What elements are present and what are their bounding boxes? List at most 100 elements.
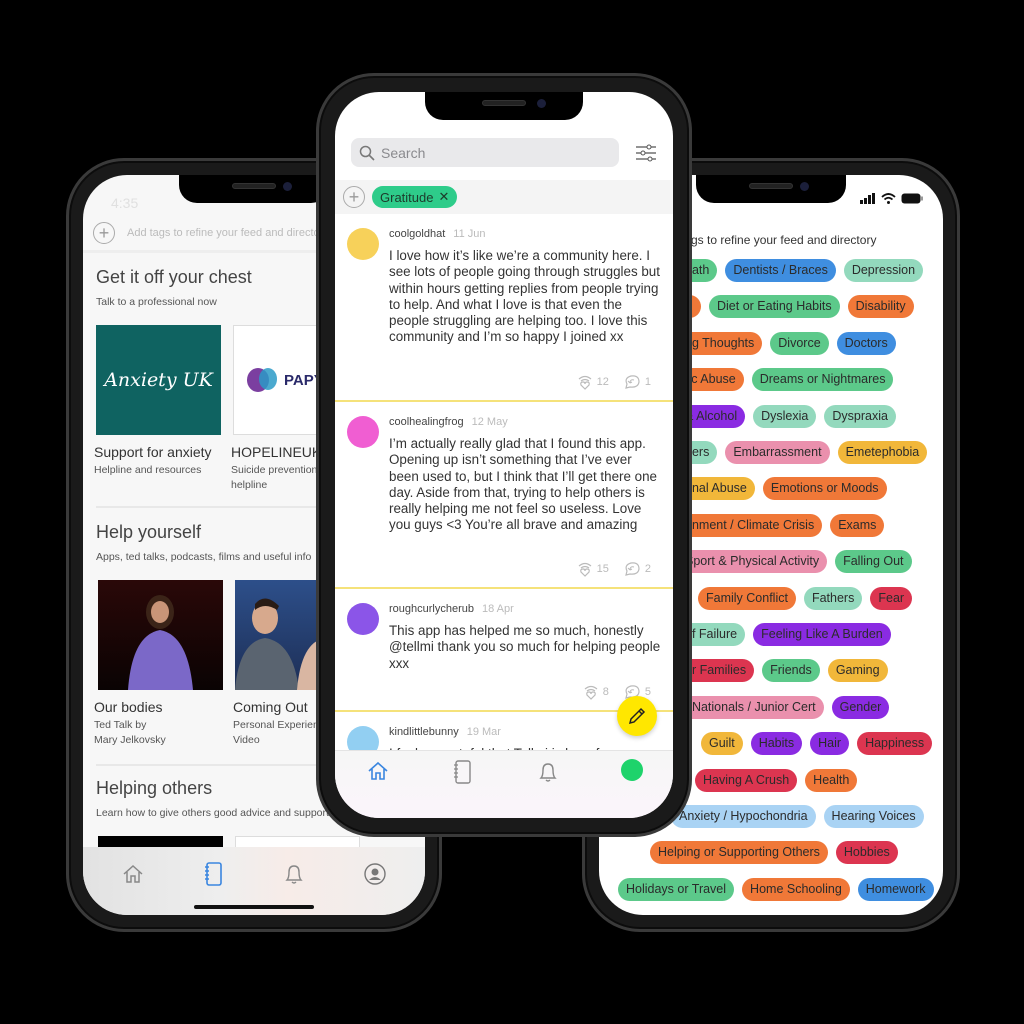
tag-chip[interactable]: Fathers (803, 586, 863, 610)
search-icon (359, 145, 375, 161)
avatar[interactable] (347, 228, 379, 260)
battery-icon (901, 193, 923, 204)
tag-chip[interactable]: Doctors (836, 331, 896, 355)
tag-chip[interactable]: Depression (843, 259, 924, 282)
compose-button[interactable] (617, 696, 657, 736)
speaker-photo (128, 595, 193, 690)
tag-row: & Alcohol Dyslexia Dyspraxia (677, 404, 896, 428)
hug-icon (578, 375, 592, 390)
bottom-nav (335, 750, 673, 818)
hug-count: 12 (596, 376, 609, 388)
tag-chip[interactable]: Hearing Voices (823, 805, 924, 828)
active-tag-chip[interactable]: Gratitude ✕ (372, 186, 458, 208)
tag-chip[interactable]: Feeling Like A Burden (753, 623, 891, 646)
tag-chip[interactable]: Disability (847, 295, 914, 319)
our-bodies-card[interactable] (98, 580, 223, 690)
card-subtitle: Mary Jelkovsky (94, 734, 166, 746)
bell-icon[interactable] (282, 861, 306, 887)
tag-chip[interactable]: onment / Climate Crisis (677, 513, 823, 537)
tag-chip[interactable]: Sport & Physical Activity (677, 550, 828, 574)
tag-chip[interactable]: Hair (810, 732, 850, 756)
add-tag-icon[interactable]: + (343, 186, 365, 208)
tag-chip[interactable]: Emotions or Moods (762, 477, 887, 501)
bell-icon[interactable] (536, 759, 560, 785)
tag-chip[interactable]: Dyslexia (753, 404, 817, 428)
avatar[interactable] (347, 603, 379, 635)
username[interactable]: coolhealingfrog (389, 416, 464, 428)
tag-chip[interactable]: Homework (857, 877, 934, 901)
avatar[interactable] (347, 416, 379, 448)
tag-chip[interactable]: Dentists / Braces (725, 259, 836, 282)
tag-row: ng Thoughts Divorce Doctors (677, 331, 896, 355)
hug-button[interactable]: 8 (583, 684, 609, 700)
search-placeholder: Search (381, 144, 426, 161)
tag-chip[interactable]: Having A Crush (695, 768, 798, 792)
card-subtitle: Suicide prevention (231, 464, 318, 476)
post-text: I’m actually really glad that I found th… (389, 436, 657, 533)
reply-count: 5 (644, 686, 651, 698)
tag-chip[interactable]: Habits (750, 732, 803, 756)
tag-chip[interactable]: Home Schooling (742, 877, 850, 901)
filter-icon[interactable] (635, 143, 657, 163)
tag-chip[interactable]: Health (805, 768, 858, 792)
hug-icon (578, 562, 592, 577)
home-icon[interactable] (366, 759, 390, 783)
hug-button[interactable]: 12 (577, 374, 609, 390)
feed-screen: Search + Gratitude ✕ coolgoldhat 11 Jun I … (335, 92, 673, 818)
tag-chip[interactable]: Happiness (857, 732, 933, 756)
hug-button[interactable]: 15 (577, 561, 609, 577)
post-meta: coolhealingfrog 12 May (389, 416, 508, 428)
tag-chip[interactable]: Hobbies (835, 841, 898, 865)
center-phone: Search + Gratitude ✕ coolgoldhat 11 Jun I … (316, 73, 692, 837)
tag-chip[interactable]: Friends (762, 659, 820, 683)
tag-chip[interactable]: Anxiety / Hypochondria (671, 805, 816, 828)
card-subtitle: Video (233, 734, 260, 746)
tag-chip[interactable]: Gaming (827, 659, 888, 683)
home-icon[interactable] (121, 862, 145, 886)
tag-row: Sport & Physical Activity Falling Out (677, 550, 912, 574)
username[interactable]: roughcurlycherub (389, 603, 474, 615)
tag-chip[interactable]: Exams (830, 513, 885, 537)
tag-chip[interactable]: Dyspraxia (824, 404, 896, 428)
tag-chip[interactable]: Dreams or Nightmares (751, 368, 894, 392)
reply-button[interactable]: 1 (623, 374, 651, 390)
tag-chip[interactable]: Emetephobia (837, 441, 928, 464)
anxiety-uk-card[interactable]: Anxiety UK (96, 325, 221, 435)
tag-chip[interactable]: Holidays or Travel (618, 877, 735, 901)
active-tags-bar: + Gratitude ✕ (335, 180, 673, 214)
post-item[interactable]: coolhealingfrog 12 May I’m actually really… (335, 402, 673, 589)
post-date: 11 Jun (453, 228, 486, 240)
tag-row: Diet or Eating Habits Disability (677, 295, 914, 319)
username[interactable]: kindlittlebunny (389, 726, 459, 738)
card-subtitle: helpline (231, 479, 268, 491)
journal-icon[interactable] (202, 861, 226, 887)
papyrus-logo-icon (247, 368, 277, 392)
username[interactable]: coolgoldhat (389, 228, 445, 240)
tag-chip[interactable]: Helping or Supporting Others (650, 841, 828, 865)
tag-chip[interactable]: / Nationals / Junior Cert (677, 695, 824, 719)
card-title: HOPELINEUK (231, 444, 322, 460)
tag-chip[interactable]: Guilt (701, 732, 743, 756)
search-input[interactable]: Search (351, 138, 619, 167)
tag-row: Anxiety / Hypochondria Hearing Voices (671, 805, 924, 828)
tag-chip[interactable]: Falling Out (835, 550, 912, 574)
reply-count: 2 (644, 563, 651, 575)
profile-icon[interactable] (363, 862, 387, 886)
post-item[interactable]: roughcurlycherub 18 Apr This app has helpe… (335, 589, 673, 712)
post-item[interactable]: coolgoldhat 11 Jun I love how it’s like we… (335, 214, 673, 402)
tag-chip[interactable]: Family Conflict (698, 586, 796, 610)
signal-icon (860, 193, 875, 204)
tag-chip[interactable]: Fear (870, 586, 913, 610)
close-icon[interactable]: ✕ (438, 189, 449, 205)
add-tag-icon[interactable]: + (93, 221, 115, 244)
tag-chip[interactable]: Embarrassment (725, 441, 830, 464)
tag-chip[interactable]: Divorce (770, 331, 829, 355)
tag-chip[interactable]: Diet or Eating Habits (709, 295, 840, 319)
profile-avatar[interactable] (620, 759, 643, 781)
reply-button[interactable]: 2 (623, 561, 651, 577)
tag-chip[interactable]: Gender (831, 695, 890, 719)
section-subtitle: Talk to a professional now (96, 296, 217, 308)
reply-icon (625, 562, 640, 576)
journal-icon[interactable] (451, 759, 475, 785)
hug-count: 8 (602, 686, 609, 698)
